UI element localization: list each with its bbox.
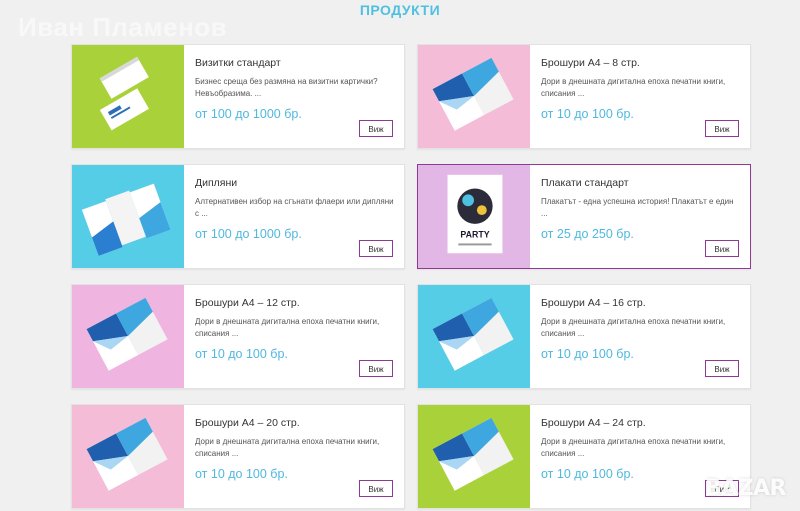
product-description: Дори в днешната дигитална епоха печатни … <box>541 437 726 458</box>
section-title: ПРОДУКТИ <box>359 2 441 18</box>
product-description: Алтернативен избор на сгънати флаери или… <box>195 197 394 218</box>
product-image[interactable] <box>418 285 530 388</box>
product-description: Дори в днешната дигитална епоха печатни … <box>195 317 380 338</box>
product-card[interactable]: Брошури А4 – 8 стр. Дори в днешната диги… <box>417 44 751 149</box>
product-card[interactable]: Брошури А4 – 12 стр. Дори в днешната диг… <box>71 284 405 389</box>
product-image[interactable] <box>72 165 184 268</box>
product-image[interactable] <box>72 45 184 148</box>
product-description: Дори в днешната дигитална епоха печатни … <box>541 77 726 98</box>
product-card[interactable]: Дипляни Алтернативен избор на сгънати фл… <box>71 164 405 269</box>
product-title[interactable]: Брошури А4 – 20 стр. <box>195 417 394 429</box>
poster-text: PARTY <box>460 230 489 240</box>
product-card[interactable]: Визитки стандарт Бизнес среща без размян… <box>71 44 405 149</box>
business-cards-illustration <box>99 56 149 131</box>
view-button[interactable]: Виж <box>359 240 393 257</box>
product-price: от 100 до 1000 бр. <box>195 107 302 121</box>
product-description: Плакатът - една успешна история! Плакатъ… <box>541 197 734 218</box>
brochure-illustration <box>432 297 514 371</box>
view-button[interactable]: Виж <box>705 120 739 137</box>
poster-illustration: PARTY <box>447 174 503 254</box>
product-image[interactable] <box>72 285 184 388</box>
brochure-illustration <box>86 297 168 371</box>
product-title[interactable]: Брошури А4 – 24 стр. <box>541 417 740 429</box>
product-title[interactable]: Брошури А4 – 16 стр. <box>541 297 740 309</box>
view-button[interactable]: Виж <box>359 120 393 137</box>
product-price: от 10 до 100 бр. <box>195 347 288 361</box>
product-card[interactable]: Брошури А4 – 16 стр. Дори в днешната диг… <box>417 284 751 389</box>
product-price: от 10 до 100 бр. <box>541 347 634 361</box>
product-image[interactable] <box>418 405 530 508</box>
brochure-illustration <box>86 417 168 491</box>
product-price: от 25 до 250 бр. <box>541 227 634 241</box>
view-button[interactable]: Виж <box>705 240 739 257</box>
product-title[interactable]: Визитки стандарт <box>195 57 394 69</box>
product-price: от 100 до 1000 бр. <box>195 227 302 241</box>
product-image[interactable]: PARTY <box>418 165 530 268</box>
brochure-illustration <box>432 57 514 131</box>
product-description: Дори в днешната дигитална епоха печатни … <box>541 317 726 338</box>
product-price: от 10 до 100 бр. <box>195 467 288 481</box>
brochure-illustration <box>432 417 514 491</box>
view-button[interactable]: Виж <box>705 360 739 377</box>
product-card[interactable]: Брошури А4 – 24 стр. Дори в днешната диг… <box>417 404 751 509</box>
product-title[interactable]: Брошури А4 – 8 стр. <box>541 57 740 69</box>
product-image[interactable] <box>72 405 184 508</box>
leaflets-illustration <box>81 183 171 256</box>
bazar-logo: BAZAR <box>704 476 787 501</box>
product-card-hover[interactable]: PARTY Плакати стандарт Плакатът - една у… <box>417 164 751 269</box>
product-image[interactable] <box>418 45 530 148</box>
view-button[interactable]: Виж <box>359 480 393 497</box>
product-description: Бизнес среща без размяна на визитни карт… <box>195 77 378 98</box>
product-title[interactable]: Брошури А4 – 12 стр. <box>195 297 394 309</box>
product-price: от 10 до 100 бр. <box>541 107 634 121</box>
view-button[interactable]: Виж <box>359 360 393 377</box>
product-card[interactable]: Брошури А4 – 20 стр. Дори в днешната диг… <box>71 404 405 509</box>
product-title[interactable]: Плакати стандарт <box>541 177 740 189</box>
product-title[interactable]: Дипляни <box>195 177 394 189</box>
product-description: Дори в днешната дигитална епоха печатни … <box>195 437 380 458</box>
